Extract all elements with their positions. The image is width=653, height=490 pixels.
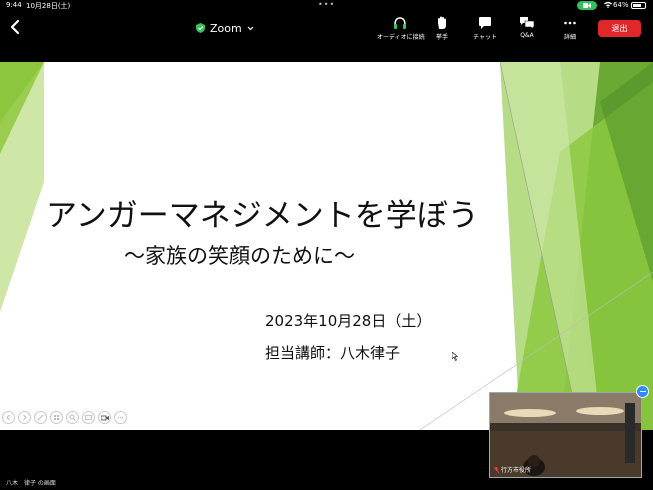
mouse-pointer-icon	[452, 352, 458, 361]
wifi-icon	[604, 1, 612, 10]
multitasking-dots-icon[interactable]: •••	[318, 0, 335, 9]
chat-button[interactable]: チャット	[462, 16, 508, 42]
shared-screen-slide: アンガーマネジメントを学ぼう ～家族の笑顔のために～ 2023年10月28日（土…	[0, 62, 653, 430]
more-options-icon[interactable]	[114, 411, 127, 424]
qa-label: Q&A	[520, 32, 534, 39]
participant-name-tag: 行方市役所	[494, 465, 531, 474]
chat-bubble-icon	[479, 17, 491, 29]
raise-hand-button[interactable]: 挙手	[419, 16, 465, 42]
headphones-icon	[394, 17, 406, 29]
qa-bubbles-icon	[520, 17, 534, 30]
shield-icon	[196, 23, 205, 33]
hand-icon	[438, 16, 446, 29]
more-dots-icon	[564, 21, 576, 25]
next-slide-icon[interactable]	[18, 411, 31, 424]
chevron-down-icon	[247, 26, 254, 30]
meeting-title-button[interactable]: Zoom	[196, 20, 254, 36]
leave-button[interactable]: 退出	[598, 20, 641, 37]
participant-video-thumbnail[interactable]: 行方市役所	[489, 392, 642, 478]
more-label: 詳細	[563, 34, 576, 41]
slides-grid-icon[interactable]	[50, 411, 63, 424]
prev-slide-icon[interactable]	[2, 411, 15, 424]
chat-label: チャット	[473, 34, 497, 41]
active-call-icon[interactable]	[577, 1, 597, 10]
battery-icon	[631, 2, 646, 9]
status-bar: 9:44 10月28日(土) ••• 64%	[0, 0, 653, 12]
slide-controls	[2, 411, 127, 425]
meeting-toolbar: Zoom オーディオに接続 挙手 チャット Q&A 詳細 退出	[0, 12, 653, 44]
slide-lecturer: 担当講師：八木律子	[265, 344, 401, 362]
minimize-video-icon[interactable]	[636, 385, 649, 398]
subtitles-icon[interactable]	[82, 411, 95, 424]
more-button[interactable]: 詳細	[547, 16, 593, 42]
slide-date: 2023年10月28日（土）	[265, 312, 432, 330]
camera-icon[interactable]	[98, 411, 111, 424]
zoom-icon[interactable]	[66, 411, 79, 424]
slide-title: アンガーマネジメントを学ぼう	[46, 198, 479, 234]
connect-audio-button[interactable]: オーディオに接続	[377, 16, 425, 42]
slide-subtitle: ～家族の笑顔のために～	[124, 244, 355, 268]
connect-audio-label: オーディオに接続	[377, 34, 425, 41]
meeting-title: Zoom	[210, 21, 242, 35]
battery-percentage: 64%	[613, 1, 629, 9]
raise-hand-label: 挙手	[435, 34, 448, 41]
pen-icon[interactable]	[34, 411, 47, 424]
participant-name: 行方市役所	[501, 467, 532, 474]
qa-button[interactable]: Q&A	[504, 16, 550, 42]
status-date: 10月28日(土)	[26, 2, 71, 10]
mic-muted-icon	[494, 466, 499, 473]
status-time: 9:44	[6, 1, 22, 9]
screen-owner-label: 八木 律子 の画面	[6, 480, 56, 487]
back-chevron-icon[interactable]	[8, 18, 22, 36]
